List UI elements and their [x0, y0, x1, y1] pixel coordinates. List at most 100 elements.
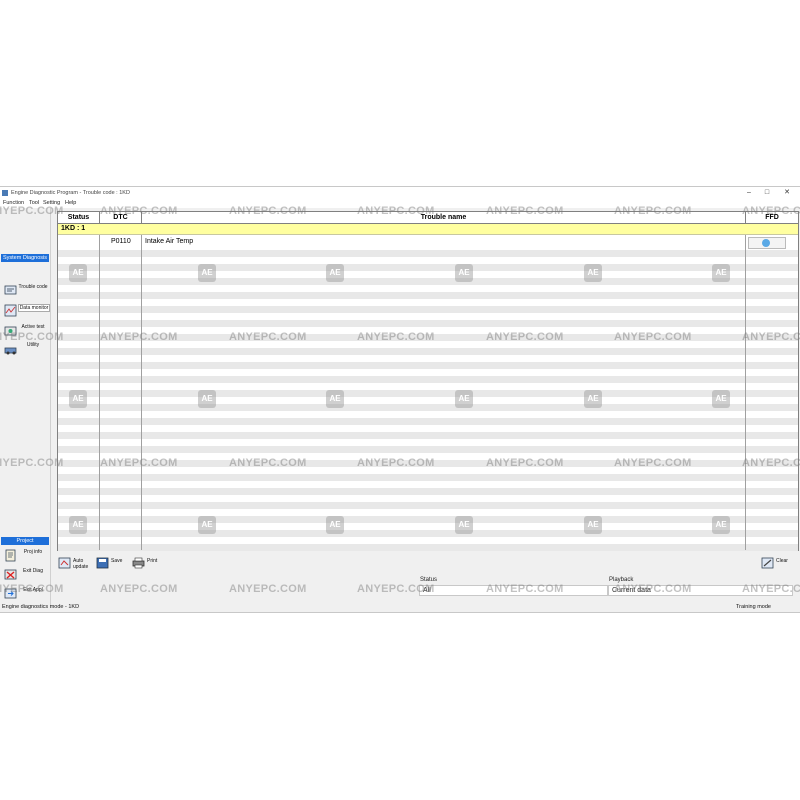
sidebar-item-trouble-code[interactable]: Trouble code	[2, 282, 48, 300]
column-divider	[99, 212, 100, 550]
trouble-code-table: Status DTC Trouble name FFD 1KD : 1 P011…	[57, 211, 799, 551]
watermark-text: ANYEPC.COM	[357, 583, 435, 595]
group-row[interactable]: 1KD : 1	[58, 224, 798, 235]
sidebar-item-proj-info[interactable]: Proj info	[2, 547, 48, 565]
watermark-logo-icon: AE	[326, 264, 344, 282]
trouble-name-cell: Intake Air Temp	[145, 238, 194, 245]
column-header-status[interactable]: Status	[58, 212, 100, 224]
sidebar-item-label: Exit Diag	[22, 568, 43, 574]
table-row-stripe	[58, 530, 798, 537]
watermark-text: ANYEPC.COM	[742, 457, 800, 469]
table-row-stripe	[58, 544, 798, 551]
print-button[interactable]: Print	[132, 555, 164, 571]
table-row-stripe	[58, 376, 798, 383]
sidebar-item-label: Data monitor	[18, 304, 50, 312]
maximize-button[interactable]: □	[760, 187, 774, 199]
table-row-stripe	[58, 446, 798, 453]
watermark-text: ANYEPC.COM	[100, 205, 178, 217]
sidebar-item-label: Active test	[21, 324, 45, 330]
table-row-stripe	[58, 488, 798, 495]
watermark-text: ANYEPC.COM	[100, 331, 178, 343]
menu-help[interactable]: Help	[65, 199, 76, 208]
watermark-logo-icon: AE	[198, 516, 216, 534]
ffd-indicator-icon	[762, 239, 770, 247]
watermark-logo-icon: AE	[584, 264, 602, 282]
watermark-logo-icon: AE	[455, 516, 473, 534]
table-row-stripe	[58, 348, 798, 355]
watermark-text: ANYEPC.COM	[614, 583, 692, 595]
auto-update-icon	[58, 557, 71, 569]
table-row-stripe	[58, 264, 798, 271]
watermark-logo-icon: AE	[326, 516, 344, 534]
table-row-stripe	[58, 278, 798, 285]
table-row-stripe	[58, 418, 798, 425]
watermark-logo-icon: AE	[712, 390, 730, 408]
watermark-logo-icon: AE	[455, 390, 473, 408]
data-monitor-icon	[4, 304, 17, 317]
project-info-icon	[5, 549, 16, 562]
watermark-logo-icon: AE	[198, 264, 216, 282]
watermark-text: ANYEPC.COM	[0, 457, 64, 469]
utility-icon	[4, 347, 17, 355]
table-row-stripe	[58, 320, 798, 327]
save-icon	[96, 557, 109, 569]
watermark-text: ANYEPC.COM	[614, 205, 692, 217]
watermark-text: ANYEPC.COM	[614, 331, 692, 343]
table-row-stripe	[58, 404, 798, 411]
app-icon	[2, 190, 8, 196]
title-bar: Engine Diagnostic Program - Trouble code…	[0, 187, 800, 199]
close-button[interactable]: ✕	[780, 187, 794, 199]
watermark-logo-icon: AE	[584, 390, 602, 408]
watermark-logo-icon: AE	[326, 390, 344, 408]
watermark-text: ANYEPC.COM	[100, 583, 178, 595]
sidebar-item-data-monitor[interactable]: Data monitor	[2, 302, 50, 320]
table-row-stripe	[58, 390, 798, 397]
clear-icon	[761, 557, 774, 569]
watermark-text: ANYEPC.COM	[486, 457, 564, 469]
print-label: Print	[147, 558, 158, 564]
watermark-text: ANYEPC.COM	[742, 205, 800, 217]
watermark-text: ANYEPC.COM	[486, 583, 564, 595]
system-diagnosis-header: System Diagnosis	[1, 254, 49, 262]
ffd-button[interactable]	[748, 237, 786, 249]
print-icon	[132, 557, 145, 569]
watermark-logo-icon: AE	[198, 390, 216, 408]
app-window: Engine Diagnostic Program - Trouble code…	[0, 186, 800, 613]
auto-update-button[interactable]: Auto update	[58, 555, 94, 571]
watermark-text: ANYEPC.COM	[742, 583, 800, 595]
window-title: Engine Diagnostic Program - Trouble code…	[11, 190, 130, 196]
watermark-text: ANYEPC.COM	[357, 331, 435, 343]
watermark-text: ANYEPC.COM	[742, 331, 800, 343]
sidebar-item-exit-diag[interactable]: Exit Diag	[2, 566, 48, 584]
watermark-logo-icon: AE	[712, 264, 730, 282]
table-row-stripe	[58, 502, 798, 509]
watermark-logo-icon: AE	[69, 516, 87, 534]
watermark-logo-icon: AE	[69, 390, 87, 408]
table-row-stripe	[58, 292, 798, 299]
save-label: Save	[111, 558, 123, 564]
table-row-stripe	[58, 306, 798, 313]
save-button[interactable]: Save	[96, 555, 126, 571]
watermark-text: ANYEPC.COM	[486, 205, 564, 217]
clear-button[interactable]: Clear	[761, 555, 795, 571]
column-divider	[745, 212, 746, 550]
watermark-text: ANYEPC.COM	[100, 457, 178, 469]
sidebar-item-label: Trouble code	[18, 284, 48, 290]
watermark-logo-icon: AE	[69, 264, 87, 282]
watermark-text: ANYEPC.COM	[486, 331, 564, 343]
watermark-text: ANYEPC.COM	[0, 583, 64, 595]
left-panel: System Diagnosis Trouble code Data monit…	[0, 208, 51, 608]
clear-label: Clear	[776, 558, 788, 564]
watermark-logo-icon: AE	[455, 264, 473, 282]
status-mode-text: Engine diagnostics mode - 1KD	[2, 604, 80, 610]
auto-update-label: Auto update	[73, 558, 89, 570]
watermark-text: ANYEPC.COM	[229, 205, 307, 217]
status-bar: Engine diagnostics mode - 1KD Training m…	[0, 603, 800, 612]
watermark-text: ANYEPC.COM	[0, 331, 64, 343]
trouble-code-icon	[4, 285, 17, 295]
dtc-cell: P0110	[111, 238, 131, 245]
watermark-text: ANYEPC.COM	[357, 205, 435, 217]
watermark-text: ANYEPC.COM	[0, 205, 64, 217]
minimize-button[interactable]: –	[742, 187, 756, 199]
table-row-stripe	[58, 432, 798, 439]
